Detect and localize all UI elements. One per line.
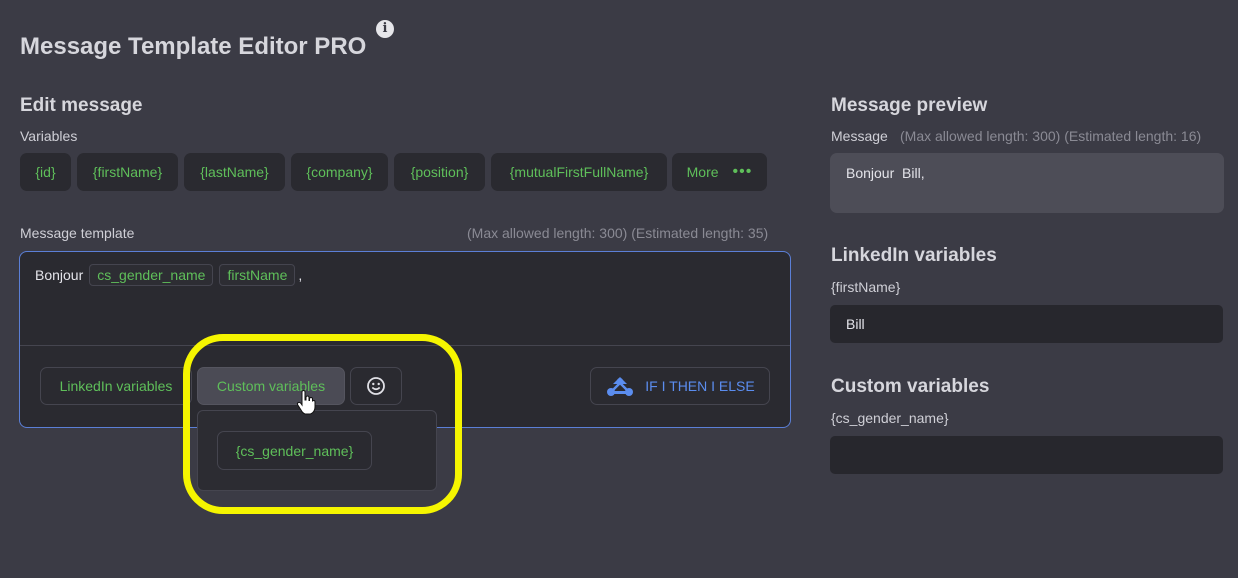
- if-then-else-button[interactable]: IF I THEN I ELSE: [590, 367, 770, 405]
- more-label: More: [686, 164, 719, 180]
- preview-message-label: Message: [831, 128, 888, 144]
- template-tag-cs-gender-name[interactable]: cs_gender_name: [89, 264, 214, 286]
- info-icon[interactable]: i: [376, 20, 394, 38]
- variable-chip-firstname[interactable]: {firstName}: [77, 153, 178, 191]
- more-variables-button[interactable]: More •••: [672, 153, 767, 191]
- page-title: Message Template Editor PRO: [20, 33, 367, 60]
- linkedin-var-label: {firstName}: [831, 279, 901, 295]
- preview-custom-heading: Custom variables: [831, 376, 990, 397]
- template-text-prefix: Bonjour: [35, 267, 84, 283]
- variable-chip-id[interactable]: {id}: [20, 153, 71, 191]
- preview-length-meta: (Max allowed length: 300) (Estimated len…: [900, 128, 1202, 144]
- template-label: Message template: [20, 225, 135, 241]
- linkedin-var-input[interactable]: Bill: [830, 305, 1223, 343]
- template-tag-firstname[interactable]: firstName: [219, 264, 296, 286]
- edit-message-heading: Edit message: [20, 95, 143, 116]
- variables-label: Variables: [20, 128, 78, 144]
- preview-linkedin-heading: LinkedIn variables: [831, 245, 997, 266]
- custom-var-label: {cs_gender_name}: [831, 410, 949, 426]
- variable-chip-position[interactable]: {position}: [394, 153, 485, 191]
- if-then-else-label: IF I THEN I ELSE: [645, 378, 755, 394]
- preview-heading: Message preview: [831, 95, 988, 116]
- template-text-suffix: ,: [298, 267, 303, 283]
- custom-var-input[interactable]: [830, 436, 1223, 474]
- preview-message-box: Bonjour Bill,: [830, 153, 1224, 213]
- linkedin-var-value: Bill: [846, 316, 865, 332]
- linkedin-variables-button[interactable]: LinkedIn variables: [40, 367, 192, 405]
- highlight-annotation: [183, 334, 462, 514]
- preview-message-text: Bonjour Bill,: [846, 165, 925, 181]
- variable-chip-lastname[interactable]: {lastName}: [184, 153, 285, 191]
- variable-chip-mutualfirstfullname[interactable]: {mutualFirstFullName}: [491, 153, 667, 191]
- more-dots-icon: •••: [732, 163, 753, 180]
- template-content[interactable]: Bonjour cs_gender_name firstName ,: [35, 264, 302, 286]
- variable-chip-company[interactable]: {company}: [291, 153, 388, 191]
- branch-icon: [607, 377, 634, 396]
- template-length-meta: (Max allowed length: 300) (Estimated len…: [467, 225, 769, 241]
